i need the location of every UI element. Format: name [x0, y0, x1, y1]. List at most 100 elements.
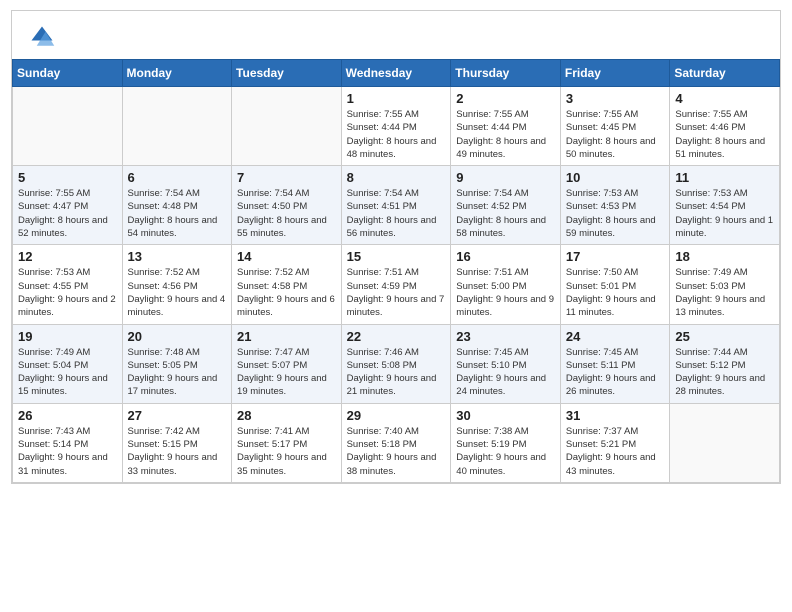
day-info: Sunrise: 7:45 AM Sunset: 5:11 PM Dayligh… — [566, 346, 664, 399]
day-number: 27 — [128, 408, 227, 423]
day-info: Sunrise: 7:45 AM Sunset: 5:10 PM Dayligh… — [456, 346, 555, 399]
calendar-week-row: 1 Sunrise: 7:55 AM Sunset: 4:44 PM Daylig… — [13, 87, 780, 166]
day-number: 16 — [456, 249, 555, 264]
day-info: Sunrise: 7:53 AM Sunset: 4:54 PM Dayligh… — [675, 187, 774, 240]
day-number: 4 — [675, 91, 774, 106]
day-number: 13 — [128, 249, 227, 264]
calendar-week-row: 19 Sunrise: 7:49 AM Sunset: 5:04 PM Dayli… — [13, 324, 780, 403]
day-info: Sunrise: 7:55 AM Sunset: 4:45 PM Dayligh… — [566, 108, 664, 161]
calendar-cell: 8 Sunrise: 7:54 AM Sunset: 4:51 PM Daylig… — [341, 166, 451, 245]
day-number: 9 — [456, 170, 555, 185]
day-number: 12 — [18, 249, 117, 264]
calendar-cell: 6 Sunrise: 7:54 AM Sunset: 4:48 PM Daylig… — [122, 166, 232, 245]
calendar-cell: 24 Sunrise: 7:45 AM Sunset: 5:11 PM Dayli… — [560, 324, 669, 403]
calendar-week-row: 12 Sunrise: 7:53 AM Sunset: 4:55 PM Dayli… — [13, 245, 780, 324]
calendar-cell: 17 Sunrise: 7:50 AM Sunset: 5:01 PM Dayli… — [560, 245, 669, 324]
weekday-header-sunday: Sunday — [13, 60, 123, 87]
day-info: Sunrise: 7:47 AM Sunset: 5:07 PM Dayligh… — [237, 346, 336, 399]
header — [12, 11, 780, 59]
day-info: Sunrise: 7:51 AM Sunset: 4:59 PM Dayligh… — [347, 266, 446, 319]
day-info: Sunrise: 7:54 AM Sunset: 4:51 PM Dayligh… — [347, 187, 446, 240]
day-info: Sunrise: 7:38 AM Sunset: 5:19 PM Dayligh… — [456, 425, 555, 478]
day-number: 5 — [18, 170, 117, 185]
calendar-cell — [13, 87, 123, 166]
day-number: 21 — [237, 329, 336, 344]
day-number: 22 — [347, 329, 446, 344]
day-number: 19 — [18, 329, 117, 344]
calendar-cell: 26 Sunrise: 7:43 AM Sunset: 5:14 PM Dayli… — [13, 403, 123, 482]
calendar-cell: 27 Sunrise: 7:42 AM Sunset: 5:15 PM Dayli… — [122, 403, 232, 482]
calendar-cell: 22 Sunrise: 7:46 AM Sunset: 5:08 PM Dayli… — [341, 324, 451, 403]
calendar-cell: 18Sunrise: 7:49 AM Sunset: 5:03 PM Dayli… — [670, 245, 780, 324]
logo — [28, 23, 60, 51]
calendar-cell: 2 Sunrise: 7:55 AM Sunset: 4:44 PM Daylig… — [451, 87, 561, 166]
day-number: 17 — [566, 249, 664, 264]
day-number: 6 — [128, 170, 227, 185]
day-info: Sunrise: 7:44 AM Sunset: 5:12 PM Dayligh… — [675, 346, 774, 399]
weekday-header-row: SundayMondayTuesdayWednesdayThursdayFrid… — [13, 60, 780, 87]
day-info: Sunrise: 7:53 AM Sunset: 4:53 PM Dayligh… — [566, 187, 664, 240]
calendar-cell: 25 Sunrise: 7:44 AM Sunset: 5:12 PM Dayli… — [670, 324, 780, 403]
calendar-cell: 30 Sunrise: 7:38 AM Sunset: 5:19 PM Dayli… — [451, 403, 561, 482]
day-number: 30 — [456, 408, 555, 423]
day-info: Sunrise: 7:37 AM Sunset: 5:21 PM Dayligh… — [566, 425, 664, 478]
day-number: 20 — [128, 329, 227, 344]
day-info: Sunrise: 7:54 AM Sunset: 4:48 PM Dayligh… — [128, 187, 227, 240]
calendar-cell: 5 Sunrise: 7:55 AM Sunset: 4:47 PM Daylig… — [13, 166, 123, 245]
calendar-cell: 3 Sunrise: 7:55 AM Sunset: 4:45 PM Daylig… — [560, 87, 669, 166]
calendar-cell: 20 Sunrise: 7:48 AM Sunset: 5:05 PM Dayli… — [122, 324, 232, 403]
day-number: 24 — [566, 329, 664, 344]
day-number: 15 — [347, 249, 446, 264]
calendar-cell: 28 Sunrise: 7:41 AM Sunset: 5:17 PM Dayli… — [232, 403, 342, 482]
day-info: Sunrise: 7:41 AM Sunset: 5:17 PM Dayligh… — [237, 425, 336, 478]
calendar-cell: 14Sunrise: 7:52 AM Sunset: 4:58 PM Dayli… — [232, 245, 342, 324]
calendar-cell: 13Sunrise: 7:52 AM Sunset: 4:56 PM Dayli… — [122, 245, 232, 324]
day-info: Sunrise: 7:55 AM Sunset: 4:44 PM Dayligh… — [347, 108, 446, 161]
weekday-header-tuesday: Tuesday — [232, 60, 342, 87]
day-info: Sunrise: 7:51 AM Sunset: 5:00 PM Dayligh… — [456, 266, 555, 319]
calendar-cell: 9Sunrise: 7:54 AM Sunset: 4:52 PM Daylig… — [451, 166, 561, 245]
weekday-header-saturday: Saturday — [670, 60, 780, 87]
calendar-table: SundayMondayTuesdayWednesdayThursdayFrid… — [12, 59, 780, 483]
calendar-page: SundayMondayTuesdayWednesdayThursdayFrid… — [11, 10, 781, 484]
day-info: Sunrise: 7:53 AM Sunset: 4:55 PM Dayligh… — [18, 266, 117, 319]
day-info: Sunrise: 7:55 AM Sunset: 4:44 PM Dayligh… — [456, 108, 555, 161]
weekday-header-wednesday: Wednesday — [341, 60, 451, 87]
day-number: 29 — [347, 408, 446, 423]
calendar-cell: 23 Sunrise: 7:45 AM Sunset: 5:10 PM Dayli… — [451, 324, 561, 403]
day-number: 25 — [675, 329, 774, 344]
day-info: Sunrise: 7:50 AM Sunset: 5:01 PM Dayligh… — [566, 266, 664, 319]
calendar-cell: 16 Sunrise: 7:51 AM Sunset: 5:00 PM Dayli… — [451, 245, 561, 324]
logo-icon — [28, 23, 56, 51]
calendar-cell: 10Sunrise: 7:53 AM Sunset: 4:53 PM Dayli… — [560, 166, 669, 245]
day-number: 1 — [347, 91, 446, 106]
day-info: Sunrise: 7:46 AM Sunset: 5:08 PM Dayligh… — [347, 346, 446, 399]
day-number: 23 — [456, 329, 555, 344]
calendar-cell: 19 Sunrise: 7:49 AM Sunset: 5:04 PM Dayli… — [13, 324, 123, 403]
calendar-cell: 29 Sunrise: 7:40 AM Sunset: 5:18 PM Dayli… — [341, 403, 451, 482]
day-info: Sunrise: 7:42 AM Sunset: 5:15 PM Dayligh… — [128, 425, 227, 478]
calendar-cell: 4Sunrise: 7:55 AM Sunset: 4:46 PM Daylig… — [670, 87, 780, 166]
calendar-cell — [670, 403, 780, 482]
calendar-cell: 1 Sunrise: 7:55 AM Sunset: 4:44 PM Daylig… — [341, 87, 451, 166]
day-info: Sunrise: 7:40 AM Sunset: 5:18 PM Dayligh… — [347, 425, 446, 478]
day-info: Sunrise: 7:55 AM Sunset: 4:47 PM Dayligh… — [18, 187, 117, 240]
day-info: Sunrise: 7:43 AM Sunset: 5:14 PM Dayligh… — [18, 425, 117, 478]
calendar-cell: 12 Sunrise: 7:53 AM Sunset: 4:55 PM Dayli… — [13, 245, 123, 324]
day-info: Sunrise: 7:49 AM Sunset: 5:04 PM Dayligh… — [18, 346, 117, 399]
day-info: Sunrise: 7:52 AM Sunset: 4:58 PM Dayligh… — [237, 266, 336, 319]
day-info: Sunrise: 7:48 AM Sunset: 5:05 PM Dayligh… — [128, 346, 227, 399]
day-number: 2 — [456, 91, 555, 106]
day-number: 26 — [18, 408, 117, 423]
calendar-week-row: 26 Sunrise: 7:43 AM Sunset: 5:14 PM Dayli… — [13, 403, 780, 482]
day-number: 18 — [675, 249, 774, 264]
calendar-cell: 31 Sunrise: 7:37 AM Sunset: 5:21 PM Dayli… — [560, 403, 669, 482]
day-number: 8 — [347, 170, 446, 185]
day-number: 7 — [237, 170, 336, 185]
day-number: 3 — [566, 91, 664, 106]
calendar-cell: 11 Sunrise: 7:53 AM Sunset: 4:54 PM Dayli… — [670, 166, 780, 245]
day-number: 11 — [675, 170, 774, 185]
calendar-cell — [232, 87, 342, 166]
day-number: 31 — [566, 408, 664, 423]
day-number: 28 — [237, 408, 336, 423]
